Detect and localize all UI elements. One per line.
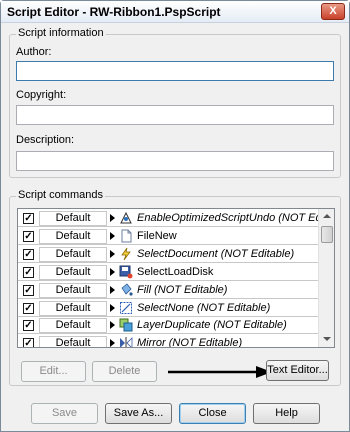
execution-mode-cell[interactable]: Default [39,300,107,316]
command-name: EnableOptimizedScriptUndo (NOT Editable) [137,212,335,224]
close-window-button[interactable]: X [321,3,345,20]
row-arrow-icon[interactable] [110,285,115,294]
title-bar[interactable]: Script Editor - RW-Ribbon1.PspScript X [1,1,349,23]
author-field[interactable] [16,61,334,81]
load-disk-icon [119,265,133,279]
execution-mode-cell[interactable]: Default [39,336,107,347]
command-name: FileNew [137,229,177,242]
command-enabled-checkbox[interactable]: ✓ [23,284,34,296]
row-arrow-icon[interactable] [110,214,115,222]
author-label: Author: [16,46,52,58]
row-arrow-icon[interactable] [110,339,115,347]
row-arrow-icon[interactable] [110,321,115,330]
fill-bucket-icon [119,283,133,297]
mirror-icon [119,336,133,347]
script-editor-window: Script Editor - RW-Ribbon1.PspScript X S… [0,0,350,432]
command-name: SelectLoadDisk [137,265,214,278]
copyright-field[interactable] [16,105,334,125]
text-editor-button[interactable]: Text Editor... [266,360,329,381]
command-name: Fill (NOT Editable) [137,283,228,296]
arrow-pointer-icon [168,366,272,378]
scroll-up-arrow-icon[interactable] [320,210,334,224]
row-arrow-icon[interactable] [110,267,115,276]
command-name: LayerDuplicate (NOT Editable) [137,319,287,332]
lightning-icon [119,247,133,261]
save-button[interactable]: Save [31,403,98,424]
script-information-label: Script information [16,27,106,39]
command-name: SelectDocument (NOT Editable) [137,247,295,260]
command-name: SelectNone (NOT Editable) [137,301,271,314]
row-arrow-icon[interactable] [110,249,115,258]
execution-mode-cell[interactable]: Default [39,264,107,280]
command-enabled-checkbox[interactable]: ✓ [23,266,34,278]
scroll-thumb[interactable] [321,226,333,243]
vertical-scrollbar[interactable] [318,209,334,347]
command-enabled-checkbox[interactable]: ✓ [23,320,34,332]
help-button[interactable]: Help [253,403,320,424]
optimize-icon [119,211,133,225]
new-file-icon [119,229,133,243]
execution-mode-cell[interactable]: Default [39,211,107,226]
description-field[interactable] [16,151,334,171]
copyright-label: Copyright: [16,89,67,101]
command-enabled-checkbox[interactable]: ✓ [23,230,34,242]
row-arrow-icon[interactable] [110,303,115,312]
row-arrow-icon[interactable] [110,231,115,240]
command-row[interactable]: ✓ Default SelectLoadDisk [18,264,318,281]
select-none-icon [119,301,133,315]
command-row[interactable]: ✓ Default EnableOptimizedScriptUndo (NOT E… [18,210,334,227]
layer-duplicate-icon [119,318,133,332]
command-enabled-checkbox[interactable]: ✓ [23,213,34,224]
save-as-button[interactable]: Save As... [105,403,172,424]
command-row[interactable]: ✓ Default SelectDocument (NOT Editable) [18,246,318,263]
scroll-down-arrow-icon[interactable] [320,332,334,346]
execution-mode-cell[interactable]: Default [39,318,107,334]
delete-button[interactable]: Delete [92,361,157,382]
command-row[interactable]: ✓ Default LayerDuplicate (NOT Editable) [18,317,318,335]
execution-mode-cell[interactable]: Default [39,282,107,298]
close-button[interactable]: Close [179,403,246,424]
command-row[interactable]: ✓ Default SelectNone (NOT Editable) [18,300,318,317]
command-row[interactable]: ✓ Default Fill (NOT Editable) [18,282,318,299]
script-commands-label: Script commands [16,189,105,201]
command-enabled-checkbox[interactable]: ✓ [23,248,34,260]
command-enabled-checkbox[interactable]: ✓ [23,338,34,347]
edit-button[interactable]: Edit... [21,361,86,382]
command-enabled-checkbox[interactable]: ✓ [23,302,34,314]
command-row[interactable]: ✓ Default Mirror (NOT Editable) [18,335,318,348]
script-commands-list[interactable]: ✓ Default EnableOptimizedScriptUndo (NOT E… [17,208,335,348]
description-label: Description: [16,134,75,146]
execution-mode-cell[interactable]: Default [39,246,107,262]
window-title: Script Editor - RW-Ribbon1.PspScript [7,5,221,19]
command-row[interactable]: ✓ Default FileNew [18,228,318,245]
command-name: Mirror (NOT Editable) [137,337,243,348]
execution-mode-cell[interactable]: Default [39,228,107,244]
